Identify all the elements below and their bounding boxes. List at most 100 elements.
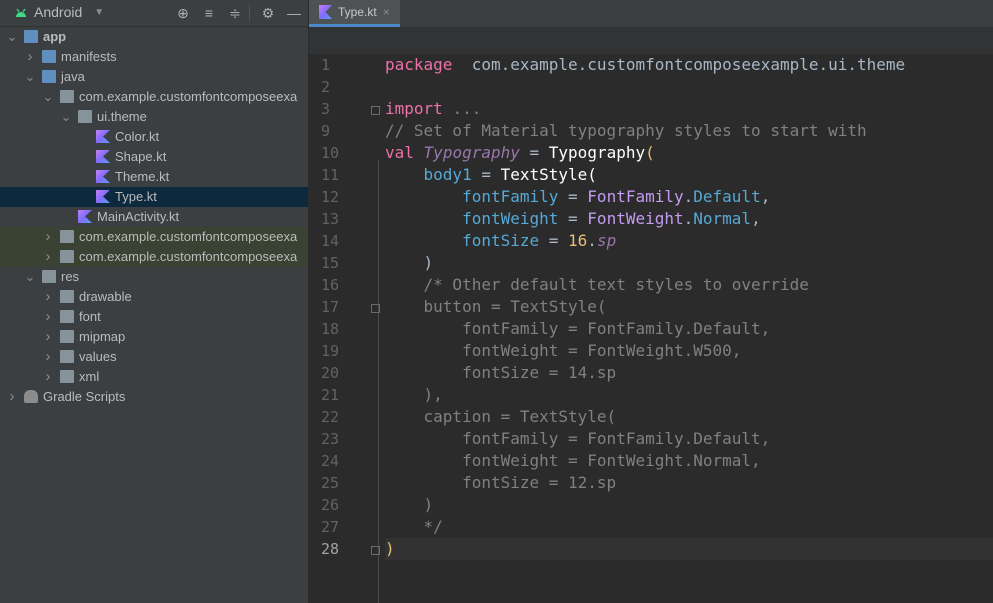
code-line: fontFamily = FontFamily.Default, (385, 428, 993, 450)
tree-item[interactable]: ⌄ app (0, 27, 308, 47)
tree-item-label: Shape.kt (115, 149, 167, 164)
chevron-right-icon[interactable]: › (42, 247, 54, 267)
folder-icon (60, 310, 74, 323)
code-line: fontWeight = FontWeight.Normal, (385, 208, 993, 230)
locate-icon[interactable]: ⊕ (173, 3, 193, 23)
tree-item[interactable]: › com.example.customfontcomposeexa (0, 247, 308, 267)
minimize-icon[interactable]: — (284, 3, 304, 23)
code-line: fontFamily = FontFamily.Default, (385, 186, 993, 208)
code-line: ) (385, 538, 993, 560)
chevron-right-icon[interactable]: › (42, 367, 54, 387)
package-icon (78, 110, 92, 123)
tree-item[interactable]: Type.kt (0, 187, 308, 207)
res-folder-icon (42, 270, 56, 283)
tree-item[interactable]: › mipmap (0, 327, 308, 347)
tree-item[interactable]: ⌄ ui.theme (0, 107, 308, 127)
code-token: , (751, 209, 761, 228)
tree-item[interactable]: Theme.kt (0, 167, 308, 187)
collapse-all-icon[interactable]: ≑ (225, 3, 245, 23)
line-number: 18 (321, 320, 340, 338)
line-number: 20 (321, 364, 340, 382)
tree-item[interactable]: ⌄ res (0, 267, 308, 287)
tree-item[interactable]: Shape.kt (0, 147, 308, 167)
fold-icon[interactable] (371, 546, 380, 555)
chevron-right-icon[interactable]: › (6, 387, 18, 407)
code-line: fontSize = 16.sp (385, 230, 993, 252)
code-token: , (760, 187, 771, 206)
tree-item[interactable]: › Gradle Scripts (0, 387, 308, 407)
code-token: = (558, 209, 588, 228)
code-token: = (558, 187, 588, 206)
fold-icon[interactable] (371, 304, 380, 313)
line-number: 13 (321, 210, 340, 228)
code-line: package com.example.customfontcomposeexa… (385, 54, 993, 76)
tab-type-kt[interactable]: Type.kt × (309, 0, 400, 27)
tree-item-label: font (79, 309, 101, 324)
line-number: 23 (321, 430, 340, 448)
tree-item-label: Color.kt (115, 129, 160, 144)
settings-icon[interactable]: ⚙ (258, 3, 278, 23)
code-token: fontFamily = FontFamily.Default, (385, 429, 771, 448)
kotlin-file-icon (96, 130, 110, 143)
tree-item[interactable]: › com.example.customfontcomposeexa (0, 227, 308, 247)
line-number: 15 (321, 254, 340, 272)
chevron-right-icon[interactable]: › (42, 347, 54, 367)
tree-item[interactable]: MainActivity.kt (0, 207, 308, 227)
tree-item[interactable]: › font (0, 307, 308, 327)
chevron-down-icon[interactable]: ⌄ (24, 67, 36, 87)
code-token: import (385, 99, 443, 118)
line-number: 12 (321, 188, 340, 206)
code-token: package (385, 55, 453, 74)
chevron-down-icon[interactable]: ⌄ (60, 107, 72, 127)
chevron-right-icon[interactable]: › (42, 327, 54, 347)
code-token: . (683, 187, 694, 206)
chevron-right-icon[interactable]: › (42, 227, 54, 247)
code-token: fontWeight = FontWeight.Normal, (385, 451, 761, 470)
code-line: fontSize = 14.sp (385, 362, 993, 384)
kotlin-file-icon (96, 190, 110, 203)
line-number: 27 (321, 518, 340, 536)
tree-item[interactable]: › values (0, 347, 308, 367)
tree-item[interactable]: › xml (0, 367, 308, 387)
expand-all-icon[interactable]: ≡ (199, 3, 219, 23)
chevron-right-icon[interactable]: › (42, 287, 54, 307)
project-toolbar: Android ▼ ⊕ ≡ ≑ ⚙ — (0, 0, 308, 27)
folder-icon (42, 70, 56, 83)
code-line: ) (385, 494, 993, 516)
code-token: = (471, 165, 501, 184)
code-token: caption = TextStyle( (385, 407, 617, 426)
fold-icon[interactable] (371, 106, 380, 115)
code-area[interactable]: package com.example.customfontcomposeexa… (385, 54, 993, 560)
line-number: 21 (321, 386, 340, 404)
tree-item[interactable]: › drawable (0, 287, 308, 307)
line-number: 16 (321, 276, 340, 294)
chevron-down-icon[interactable]: ⌄ (24, 267, 36, 287)
code-token: ), (385, 385, 443, 404)
code-token: button = TextStyle( (385, 297, 607, 316)
tree-item[interactable]: › manifests (0, 47, 308, 67)
package-icon (60, 90, 74, 103)
tree-item-label: drawable (79, 289, 132, 304)
tree-item[interactable]: ⌄ com.example.customfontcomposeexa (0, 87, 308, 107)
line-number: 24 (321, 452, 340, 470)
chevron-down-icon[interactable]: ⌄ (42, 87, 54, 107)
chevron-right-icon[interactable]: › (24, 47, 36, 67)
close-icon[interactable]: × (383, 5, 390, 19)
project-view-selector[interactable]: Android ▼ (14, 4, 104, 20)
chevron-right-icon[interactable]: › (42, 307, 54, 327)
code-token: fontSize = 12.sp (385, 473, 617, 492)
tree-item-label: manifests (61, 49, 117, 64)
code-line: /* Other default text styles to override (385, 274, 993, 296)
line-number: 26 (321, 496, 340, 514)
tree-item[interactable]: ⌄ java (0, 67, 308, 87)
code-token: fontWeight (462, 209, 559, 228)
folder-icon (60, 290, 74, 303)
code-token: Typography (548, 143, 646, 162)
tree-item[interactable]: Color.kt (0, 127, 308, 147)
chevron-down-icon[interactable]: ⌄ (6, 27, 18, 47)
